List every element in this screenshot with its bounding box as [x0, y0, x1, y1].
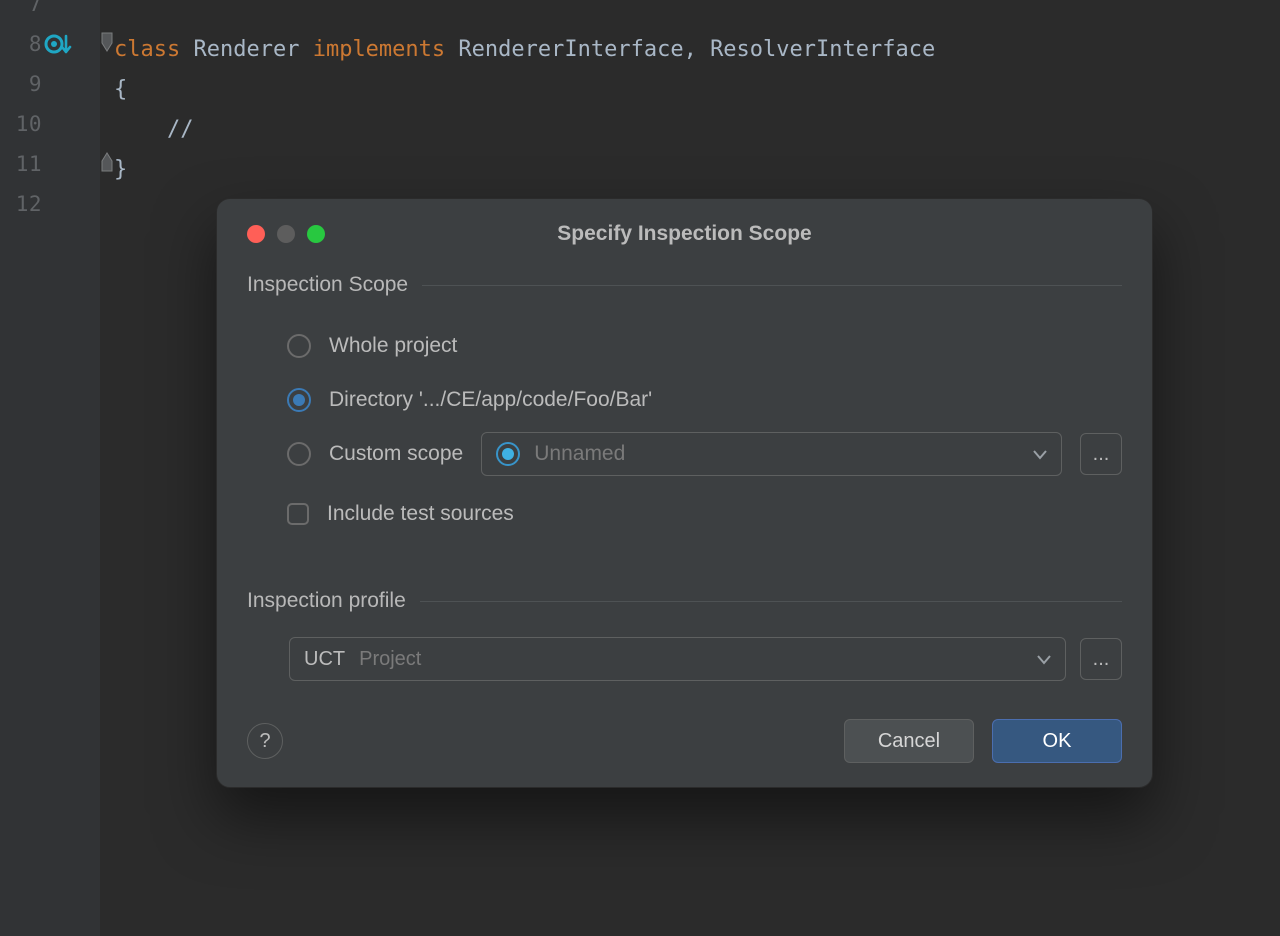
custom-scope-value: Unnamed [534, 442, 625, 466]
cancel-button[interactable]: Cancel [844, 719, 974, 763]
keyword-implements: implements [313, 37, 445, 62]
line-number: 7 [29, 0, 42, 16]
radio-directory[interactable] [287, 388, 311, 412]
line-number: 12 [16, 192, 42, 216]
fold-column [100, 0, 114, 936]
keyword-class: class [114, 37, 180, 62]
minimize-icon [277, 225, 295, 243]
code-area[interactable]: class Renderer implements RendererInterf… [114, 0, 935, 230]
scope-shared-icon [496, 442, 520, 466]
radio-whole-project[interactable] [287, 334, 311, 358]
custom-scope-combo[interactable]: Unnamed [481, 432, 1062, 476]
profile-hint: Project [359, 648, 421, 671]
close-icon[interactable] [247, 225, 265, 243]
whole-project-label: Whole project [329, 334, 457, 358]
inspection-scope-dialog: Specify Inspection Scope Inspection Scop… [216, 198, 1153, 788]
profile-name: UCT [304, 648, 345, 671]
code-line: { [114, 70, 935, 110]
profile-combo[interactable]: UCT Project [289, 637, 1066, 681]
custom-scope-browse-button[interactable]: ... [1080, 433, 1122, 475]
custom-scope-label: Custom scope [329, 442, 463, 466]
ok-button[interactable]: OK [992, 719, 1122, 763]
include-tests-checkbox[interactable] [287, 503, 309, 525]
chevron-down-icon [1033, 442, 1047, 466]
dialog-title: Specify Inspection Scope [247, 222, 1122, 246]
divider [422, 285, 1122, 286]
editor-gutter: 7 8 9 10 11 12 [0, 0, 100, 936]
chevron-down-icon [1037, 648, 1051, 671]
directory-label: Directory '.../CE/app/code/Foo/Bar' [329, 388, 652, 412]
implements-list: RendererInterface, ResolverInterface [458, 37, 935, 62]
line-number: 8 [29, 32, 42, 56]
include-tests-label: Include test sources [327, 502, 514, 526]
maximize-icon[interactable] [307, 225, 325, 243]
radio-custom-scope[interactable] [287, 442, 311, 466]
dialog-titlebar: Specify Inspection Scope [247, 217, 1122, 251]
line-number: 11 [16, 152, 42, 176]
section-profile-label: Inspection profile [247, 589, 406, 613]
fold-end-icon[interactable] [100, 151, 114, 173]
code-line: // [114, 110, 935, 150]
class-name: Renderer [193, 37, 299, 62]
line-number: 9 [29, 72, 42, 96]
line-number: 10 [16, 112, 42, 136]
code-line: } [114, 150, 935, 190]
section-scope-label: Inspection Scope [247, 273, 408, 297]
help-button[interactable]: ? [247, 723, 283, 759]
profile-browse-button[interactable]: ... [1080, 638, 1122, 680]
fold-start-icon[interactable] [100, 31, 114, 53]
implements-gutter-icon[interactable] [42, 30, 78, 66]
divider [420, 601, 1122, 602]
